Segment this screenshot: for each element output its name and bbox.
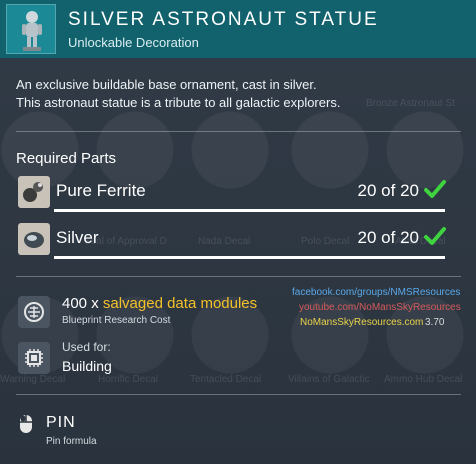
pure-ferrite-icon: [18, 176, 50, 208]
item-header: SILVER ASTRONAUT STATUE Unlockable Decor…: [0, 0, 476, 58]
required-parts-heading: Required Parts: [16, 150, 117, 167]
background-decal-label: Ammo Hub Decal: [384, 374, 463, 385]
watermark-youtube: youtube.com/NoMansSkyResources: [299, 302, 461, 313]
divider: [16, 276, 461, 277]
checkmark-icon: [423, 177, 447, 206]
pin-button[interactable]: PIN: [46, 414, 76, 432]
item-subtitle: Unlockable Decoration: [68, 35, 199, 50]
description-line: This astronaut statue is a tribute to al…: [16, 95, 341, 110]
silver-icon: [18, 223, 50, 255]
item-description: An exclusive buildable base ornament, ca…: [16, 76, 466, 112]
pin-sublabel: Pin formula: [46, 436, 97, 447]
part-underline: [54, 209, 445, 212]
astronaut-statue-icon: [6, 4, 56, 54]
part-name: Pure Ferrite: [56, 181, 146, 200]
salvaged-data-icon: [18, 296, 50, 328]
background-decal-label: Warning Decal: [0, 374, 66, 385]
divider: [16, 131, 461, 132]
required-part-row[interactable]: Pure Ferrite 20 of 20: [16, 176, 461, 212]
watermark-facebook: facebook.com/groups/NMSResources: [292, 287, 461, 298]
watermark-site: NoMansSkyResources.com: [300, 317, 424, 328]
used-for-value: Building: [62, 358, 112, 374]
watermark-version: 3.70: [425, 317, 445, 328]
background-decal-label: Horrific Decal: [98, 374, 159, 385]
mouse-icon[interactable]: [16, 414, 36, 434]
background-decal-label: Tentacled Decal: [190, 374, 262, 385]
chip-icon: [18, 342, 50, 374]
blueprint-item: salvaged data modules: [102, 295, 258, 312]
blueprint-sublabel: Blueprint Research Cost: [62, 315, 171, 326]
blueprint-amount: 400 x: [62, 295, 99, 312]
used-for-label: Used for:: [62, 340, 111, 354]
checkmark-icon: [423, 224, 447, 253]
divider: [16, 394, 461, 395]
background-decal-label: Villains of Galactic: [288, 374, 370, 385]
part-underline: [54, 256, 445, 259]
part-name: Silver: [56, 228, 99, 247]
description-line: An exclusive buildable base ornament, ca…: [16, 77, 317, 92]
blueprint-cost: 400 x salvaged data modules: [62, 295, 257, 312]
part-count: 20 of 20: [357, 181, 419, 200]
item-title: SILVER ASTRONAUT STATUE: [68, 9, 379, 30]
required-part-row[interactable]: Silver 20 of 20: [16, 223, 461, 259]
part-count: 20 of 20: [357, 228, 419, 247]
